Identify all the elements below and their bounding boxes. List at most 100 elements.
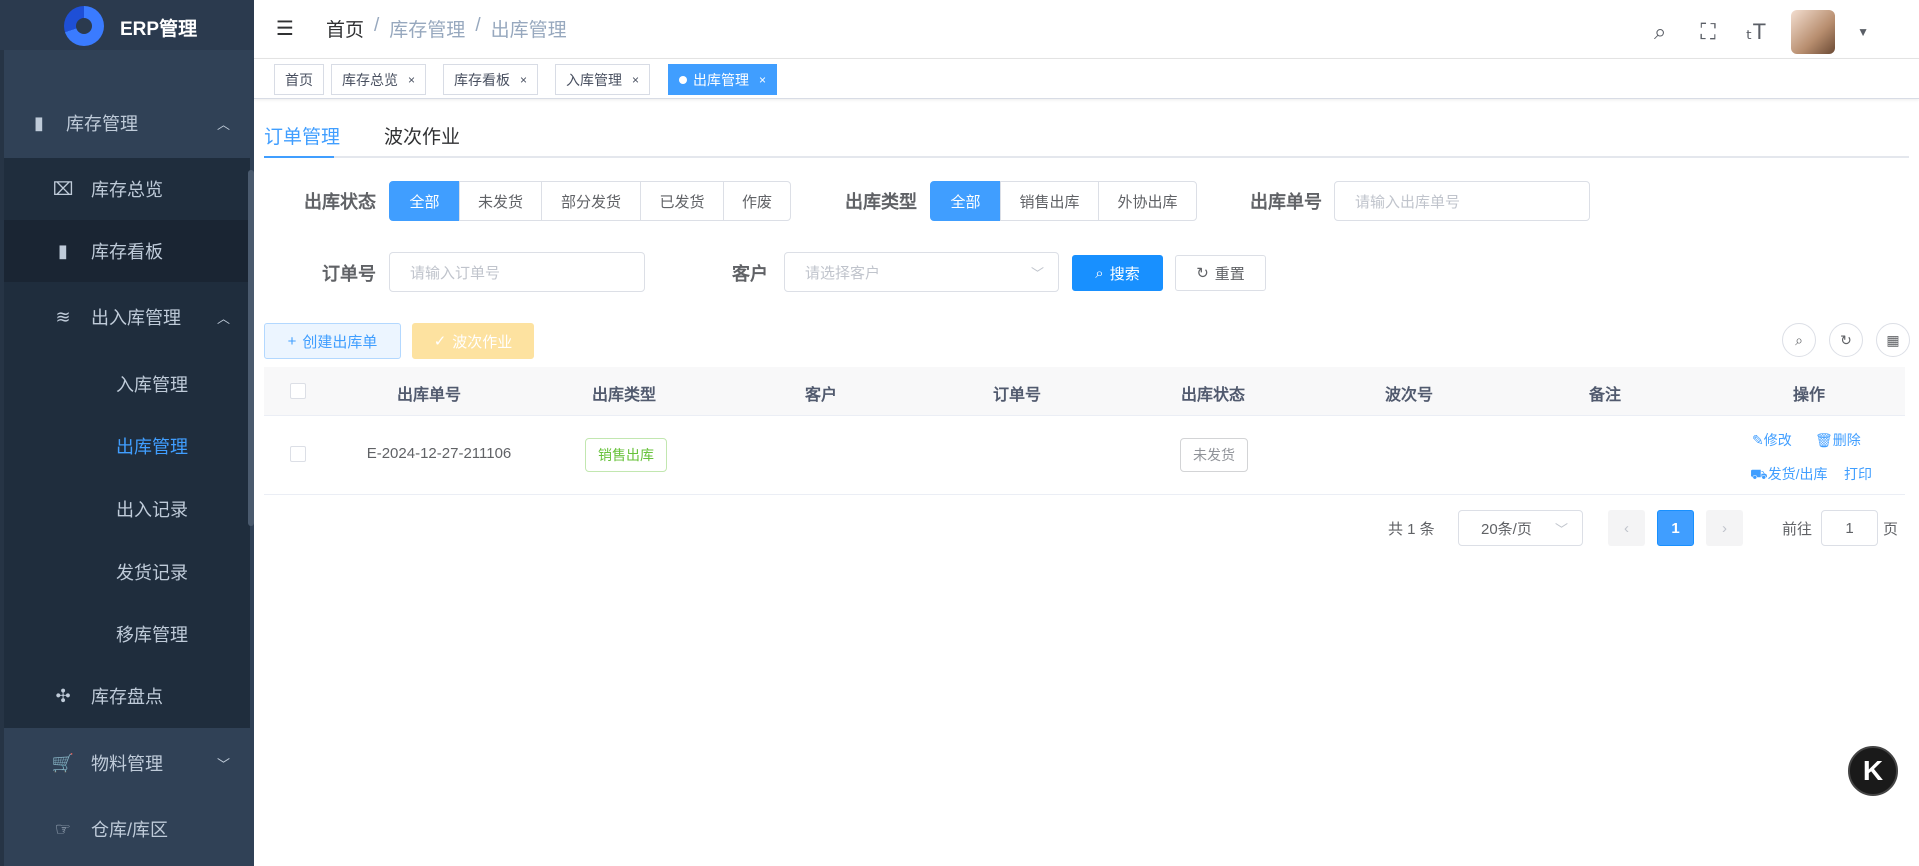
status-option-all[interactable]: 全部: [389, 181, 460, 221]
ship-link[interactable]: ⛟发货/出库: [1750, 464, 1828, 485]
sidebar-item-inout[interactable]: ≋ 出入库管理 ︿: [4, 294, 254, 340]
prev-page-button[interactable]: ‹: [1608, 510, 1645, 546]
chevron-up-icon: ︿: [216, 310, 230, 326]
sidebar-item-material[interactable]: 🛒 物料管理 ﹀: [4, 740, 254, 786]
caret-down-icon[interactable]: ▼: [1857, 25, 1869, 39]
tag-inbound[interactable]: 入库管理 ×: [555, 64, 651, 95]
chevron-down-icon: ﹀: [216, 756, 230, 772]
row-checkbox[interactable]: [290, 446, 306, 462]
outbound-no-label: 出库单号: [1250, 192, 1322, 212]
toggle-search-icon[interactable]: ⌕: [1782, 323, 1816, 357]
tab-wave[interactable]: 波次作业: [384, 122, 460, 149]
edit-link-label: 修改: [1763, 432, 1792, 448]
sidebar-item-label: 发货记录: [116, 563, 188, 583]
create-outbound-button[interactable]: + 创建出库单: [264, 323, 401, 359]
delete-link[interactable]: 🗑删除: [1815, 430, 1861, 450]
sidebar-item-warehouse[interactable]: ☞ 仓库/库区: [4, 806, 254, 852]
sidebar-item-label: 物料管理: [91, 754, 163, 774]
goto-label: 前往: [1782, 510, 1812, 546]
top-header: ☰ 首页 / 库存管理 / 出库管理 ⌕ ⛶ ₜT ▼: [254, 0, 1919, 59]
sidebar-item-label: 仓库/库区: [91, 820, 169, 840]
customer-select[interactable]: 请选择客户 ﹀: [784, 252, 1059, 292]
chevron-down-icon: ﹀: [1554, 521, 1568, 537]
col-header-status: 出库状态: [1180, 387, 1245, 404]
order-no-input[interactable]: 请输入订单号: [389, 252, 645, 292]
sidebar-item-board[interactable]: ▮ 库存看板: [4, 228, 254, 274]
tab-active-indicator: [264, 156, 334, 158]
plus-icon: +: [287, 332, 297, 350]
columns-icon[interactable]: ▦: [1876, 323, 1910, 357]
tag-label: 库存总览: [342, 71, 398, 88]
breadcrumb-home[interactable]: 首页: [326, 15, 364, 42]
close-icon[interactable]: ×: [520, 73, 527, 87]
status-option-unshipped[interactable]: 未发货: [459, 181, 542, 221]
sidebar-item-outbound[interactable]: 出库管理: [4, 423, 254, 469]
page-size-value: 20条/页: [1481, 520, 1532, 538]
goto-page-input[interactable]: 1: [1821, 510, 1878, 546]
status-option-partial[interactable]: 部分发货: [541, 181, 641, 221]
next-page-button[interactable]: ›: [1706, 510, 1743, 546]
page-1-button[interactable]: 1: [1657, 510, 1694, 546]
col-header-no: 出库单号: [396, 387, 461, 404]
select-all-checkbox[interactable]: [290, 383, 306, 399]
close-icon[interactable]: ×: [759, 73, 766, 87]
logo-icon: [64, 6, 104, 46]
search-button[interactable]: ⌕ 搜索: [1072, 255, 1163, 291]
app-logo[interactable]: ERP管理: [0, 0, 254, 50]
sidebar-item-inventory[interactable]: ▮ 库存管理 ︿: [4, 100, 254, 146]
search-icon: ⌕: [1095, 264, 1104, 282]
tag-label: 库存看板: [454, 71, 510, 88]
sidebar-item-inbound[interactable]: 入库管理: [4, 361, 254, 407]
status-option-void[interactable]: 作废: [723, 181, 791, 221]
status-option-shipped[interactable]: 已发货: [640, 181, 724, 221]
col-header-remark: 备注: [1588, 387, 1621, 404]
tag-overview[interactable]: 库存总览 ×: [331, 64, 427, 95]
type-filter-label: 出库类型: [845, 192, 917, 212]
type-option-all[interactable]: 全部: [930, 181, 1001, 221]
floating-k-icon[interactable]: K: [1848, 746, 1898, 796]
fullscreen-icon[interactable]: ⛶: [1695, 19, 1721, 45]
order-no-placeholder: 请输入订单号: [410, 264, 501, 282]
type-option-outsourced[interactable]: 外协出库: [1098, 181, 1197, 221]
sidebar-item-shipping[interactable]: 发货记录: [4, 549, 254, 595]
pagination-total-text: 共 1 条: [1388, 520, 1435, 538]
type-option-sales[interactable]: 销售出库: [1000, 181, 1099, 221]
sidebar-item-stocktake[interactable]: ✣ 库存盘点: [4, 673, 254, 719]
search-button-label: 搜索: [1109, 265, 1140, 283]
col-header-wave: 波次号: [1384, 387, 1433, 404]
avatar[interactable]: [1791, 10, 1836, 54]
search-icon[interactable]: ⌕: [1647, 19, 1673, 45]
sidebar-item-overview[interactable]: ⌧ 库存总览: [4, 166, 254, 212]
tag-board[interactable]: 库存看板 ×: [443, 64, 539, 95]
edit-link[interactable]: ✎修改: [1752, 430, 1792, 450]
sidebar-item-records[interactable]: 出入记录: [4, 486, 254, 532]
print-link[interactable]: 打印: [1844, 464, 1872, 484]
tag-label: 出库管理: [693, 71, 749, 88]
pagination-total: 共 1 条: [1388, 510, 1435, 546]
chevron-left-icon: ‹: [1624, 519, 1629, 537]
font-size-icon[interactable]: ₜT: [1743, 19, 1769, 45]
tab-orders[interactable]: 订单管理: [264, 122, 340, 149]
close-icon[interactable]: ×: [632, 73, 639, 87]
sidebar-item-label: 库存管理: [66, 114, 138, 134]
page-size-select[interactable]: 20条/页 ﹀: [1458, 510, 1583, 546]
reset-button[interactable]: ↻ 重置: [1175, 255, 1266, 291]
tag-outbound[interactable]: 出库管理 ×: [668, 64, 778, 95]
col-header-order: 订单号: [992, 387, 1041, 404]
ship-link-label: 发货/出库: [1767, 466, 1828, 482]
layers-icon: ≋: [55, 306, 71, 327]
outbound-no-input[interactable]: 请输入出库单号: [1334, 181, 1590, 221]
breadcrumb-current: 出库管理: [490, 20, 567, 41]
menu-toggle-icon[interactable]: ☰: [276, 16, 298, 40]
sidebar-item-label: 出入库管理: [91, 308, 181, 328]
refresh-icon[interactable]: ↻: [1829, 323, 1863, 357]
breadcrumb-inventory[interactable]: 库存管理: [389, 15, 465, 42]
customer-label: 客户: [732, 264, 768, 284]
wave-button[interactable]: ✓ 波次作业: [412, 323, 534, 359]
close-icon[interactable]: ×: [408, 73, 415, 87]
sidebar-item-transfer[interactable]: 移库管理: [4, 611, 254, 657]
order-no-label: 订单号: [322, 264, 376, 284]
goto-value: 1: [1845, 519, 1854, 537]
sidebar-item-label: 库存盘点: [91, 687, 163, 707]
tag-home[interactable]: 首页: [274, 64, 324, 95]
